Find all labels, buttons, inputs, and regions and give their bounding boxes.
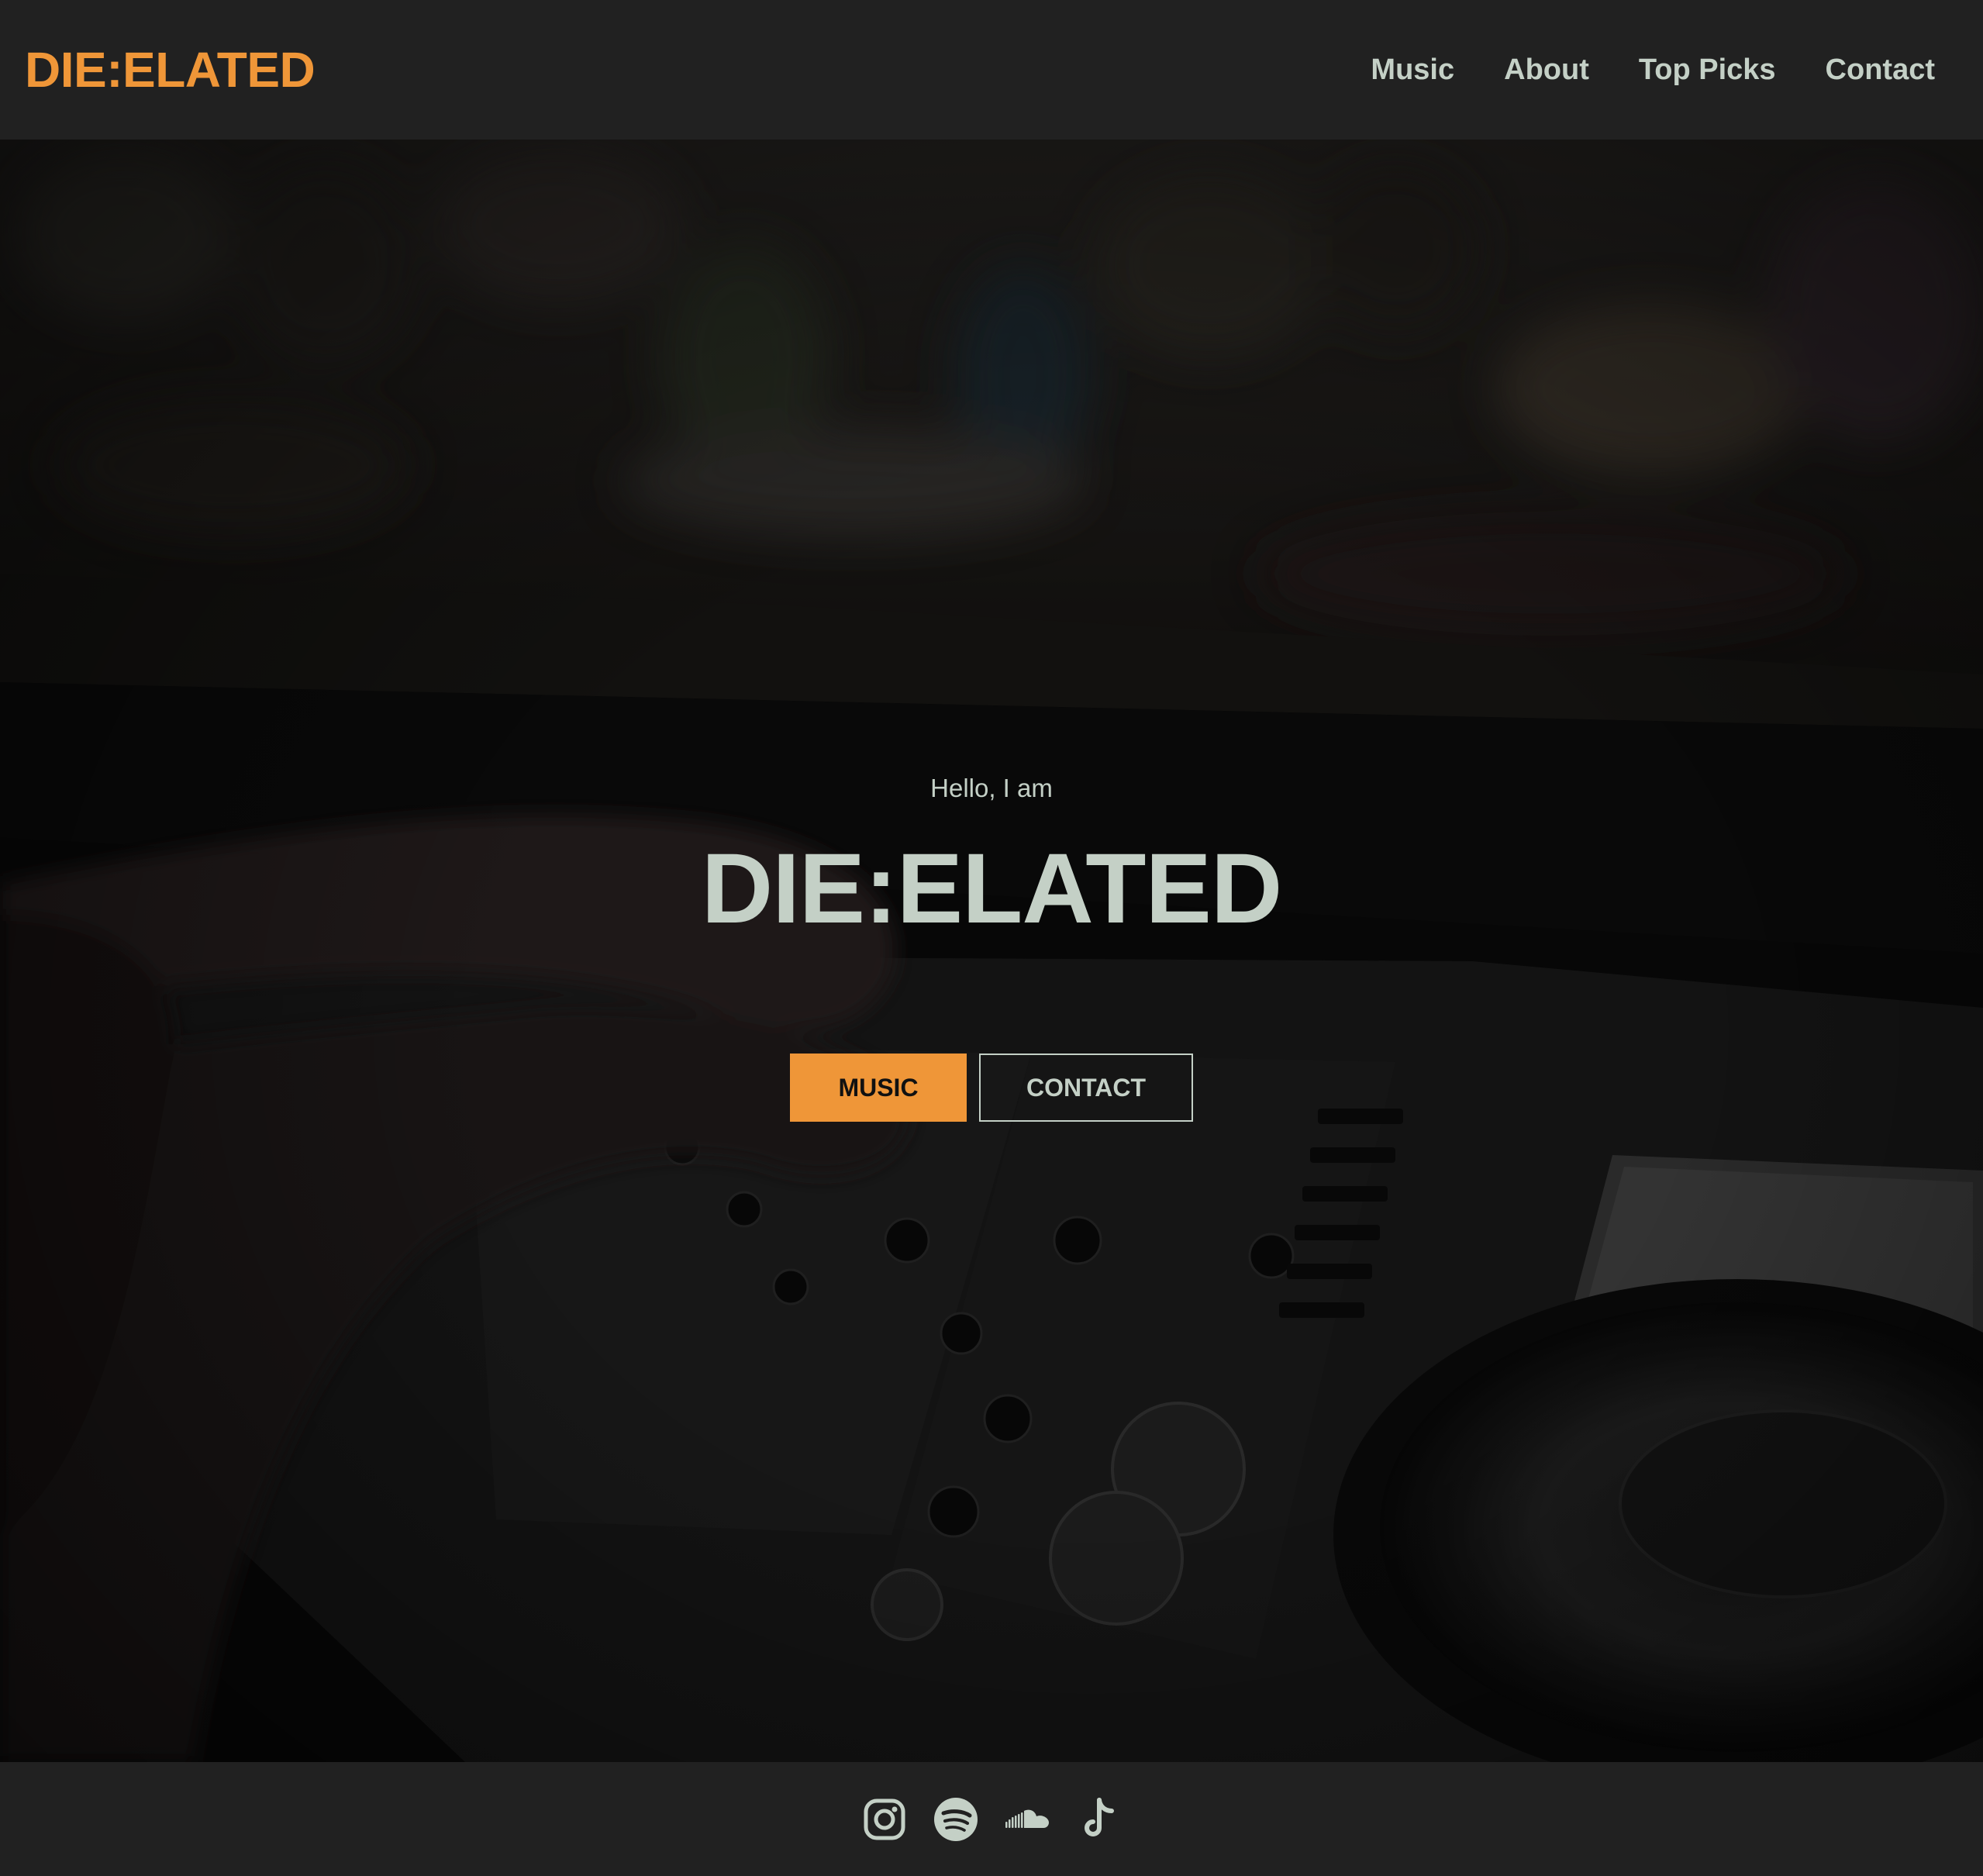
hero-cta-group: Music Contact	[790, 1054, 1193, 1122]
contact-button[interactable]: Contact	[979, 1054, 1193, 1122]
nav-link-top-picks[interactable]: Top Picks	[1639, 53, 1776, 87]
spotify-icon[interactable]	[933, 1797, 978, 1842]
nav-link-contact[interactable]: Contact	[1826, 53, 1935, 87]
main-nav: Music About Top Picks Contact	[1371, 53, 1935, 87]
hero-content: Hello, I am DIE:ELATED Music Contact	[0, 140, 1983, 1762]
brand-logo[interactable]: DIE:ELATED	[25, 41, 316, 98]
music-button[interactable]: Music	[790, 1054, 967, 1122]
top-navbar: DIE:ELATED Music About Top Picks Contact	[0, 0, 1983, 140]
hero-title: DIE:ELATED	[701, 833, 1282, 944]
hero-section: Hello, I am DIE:ELATED Music Contact	[0, 140, 1983, 1762]
soundcloud-icon[interactable]	[1005, 1797, 1050, 1842]
nav-link-about[interactable]: About	[1504, 53, 1589, 87]
nav-link-music[interactable]: Music	[1371, 53, 1454, 87]
hero-greeting: Hello, I am	[930, 774, 1053, 802]
footer	[0, 1762, 1983, 1876]
tiktok-icon[interactable]	[1076, 1797, 1121, 1842]
page: DIE:ELATED Music About Top Picks Contact	[0, 0, 1983, 1876]
instagram-icon[interactable]	[862, 1797, 907, 1842]
